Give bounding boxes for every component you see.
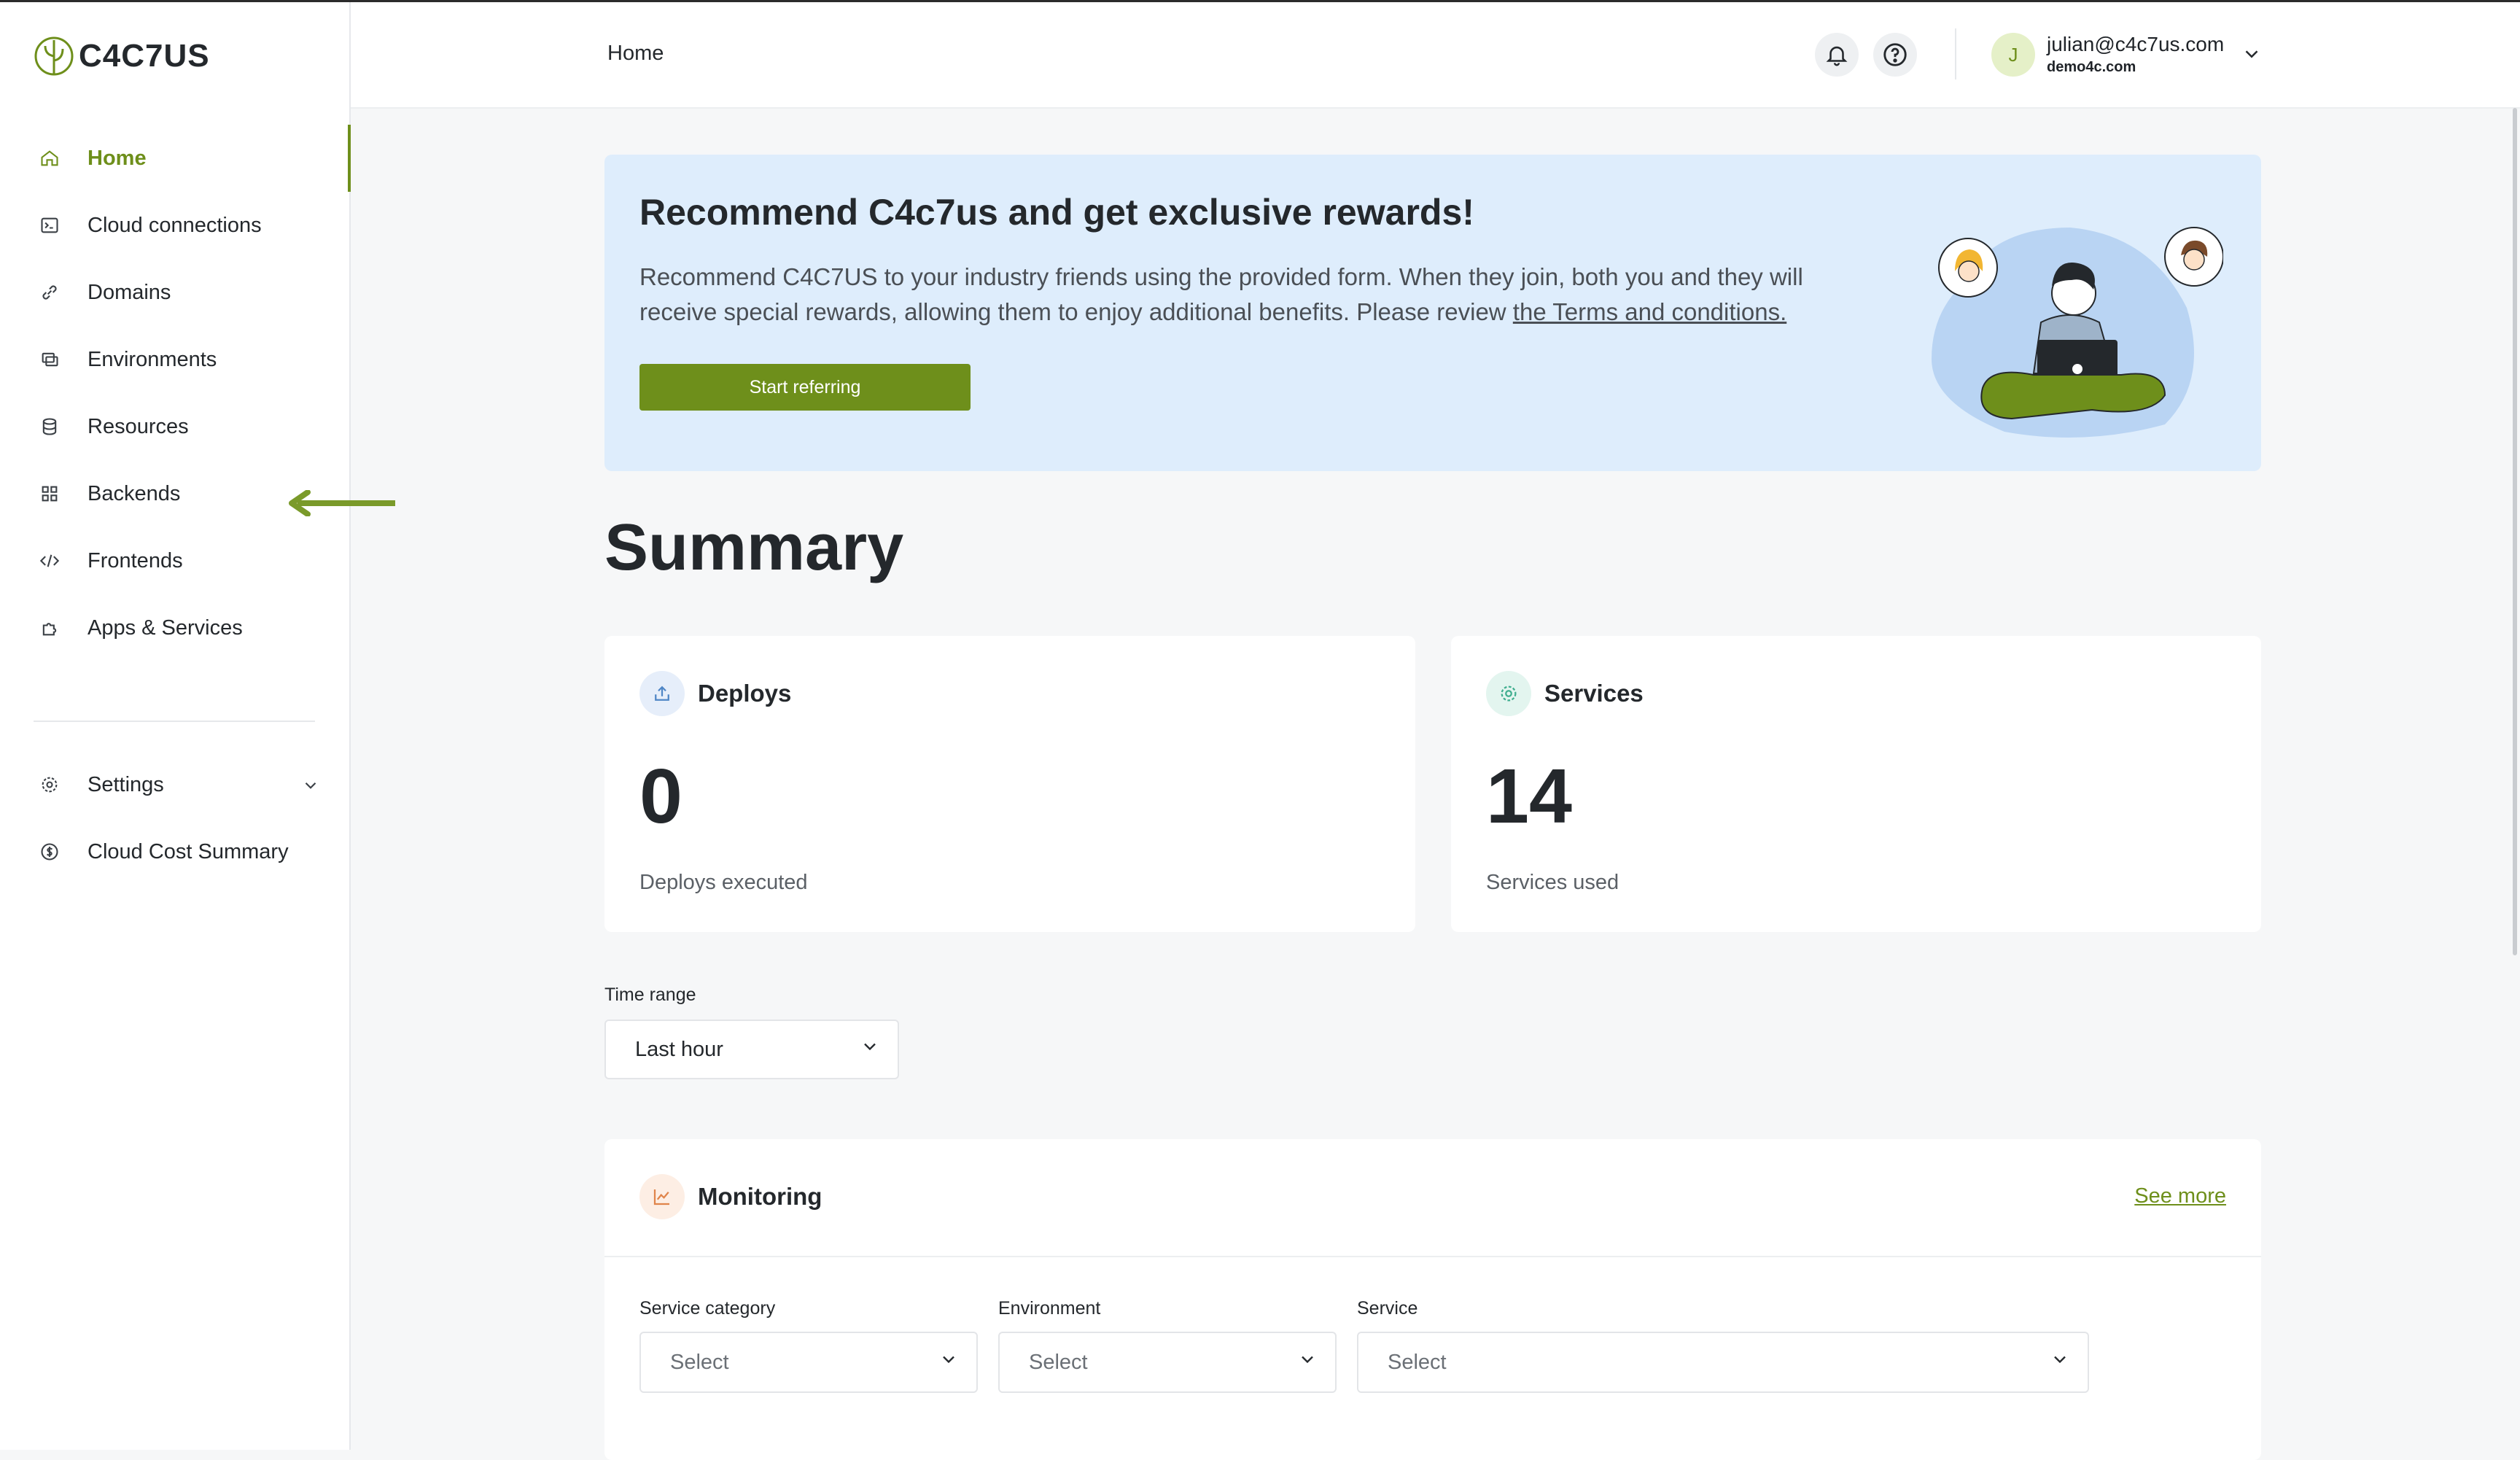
logo-text: C4C7US bbox=[79, 38, 210, 74]
card-title: Deploys bbox=[698, 680, 792, 707]
service-category-label: Service category bbox=[639, 1298, 776, 1319]
monitoring-header: Monitoring See more bbox=[604, 1139, 2261, 1257]
database-icon bbox=[38, 415, 61, 438]
time-range-value: Last hour bbox=[635, 1037, 723, 1061]
page-scrollbar[interactable] bbox=[2513, 108, 2517, 955]
sidebar-item-cloud-connections[interactable]: Cloud connections bbox=[0, 192, 349, 259]
dollar-circle-icon bbox=[38, 840, 61, 863]
banner-title: Recommend C4c7us and get exclusive rewar… bbox=[639, 192, 1474, 233]
service-select[interactable]: Select bbox=[1357, 1332, 2089, 1393]
annotation-arrow-icon bbox=[289, 490, 395, 516]
help-button[interactable] bbox=[1873, 33, 1917, 77]
sidebar-item-frontends[interactable]: Frontends bbox=[0, 527, 349, 594]
chevron-down-icon[interactable] bbox=[301, 776, 320, 799]
code-icon bbox=[38, 549, 61, 572]
chevron-down-icon bbox=[860, 1036, 880, 1063]
sidebar-item-apps-services[interactable]: Apps & Services bbox=[0, 594, 349, 661]
sidebar-divider bbox=[34, 721, 315, 722]
banner-text: Recommend C4C7US to your industry friend… bbox=[639, 260, 1864, 330]
sidebar-item-label: Backends bbox=[88, 481, 181, 505]
terminal-icon bbox=[38, 214, 61, 237]
environments-icon bbox=[38, 348, 61, 371]
select-placeholder: Select bbox=[1029, 1350, 1088, 1374]
monitoring-title: Monitoring bbox=[698, 1183, 822, 1210]
sidebar-item-environments[interactable]: Environments bbox=[0, 326, 349, 393]
deploys-card: Deploys 0 Deploys executed bbox=[604, 636, 1415, 932]
cactus-logo-icon bbox=[34, 36, 74, 76]
sidebar-item-label: Settings bbox=[88, 772, 164, 796]
time-range-select[interactable]: Last hour bbox=[604, 1020, 899, 1079]
referral-banner: Recommend C4c7us and get exclusive rewar… bbox=[604, 155, 2261, 471]
sidebar-item-domains[interactable]: Domains bbox=[0, 259, 349, 326]
sidebar-nav-bottom: Settings Cloud Cost Summary bbox=[0, 751, 349, 885]
chevron-down-icon bbox=[2050, 1349, 2070, 1375]
breadcrumb[interactable]: Home bbox=[607, 42, 664, 66]
gear-icon bbox=[1486, 671, 1531, 716]
puzzle-icon bbox=[38, 616, 61, 640]
sidebar-item-label: Environments bbox=[88, 347, 217, 371]
chevron-down-icon bbox=[938, 1349, 959, 1375]
start-referring-button[interactable]: Start referring bbox=[639, 364, 971, 411]
header-separator bbox=[1955, 28, 1956, 79]
sidebar-item-label: Home bbox=[88, 146, 147, 170]
sidebar-item-label: Cloud Cost Summary bbox=[88, 839, 289, 863]
sidebar-item-label: Apps & Services bbox=[88, 616, 243, 640]
sidebar-item-resources[interactable]: Resources bbox=[0, 393, 349, 460]
see-more-link[interactable]: See more bbox=[2134, 1184, 2226, 1208]
select-placeholder: Select bbox=[1388, 1350, 1447, 1374]
user-org: demo4c.com bbox=[2047, 59, 2136, 75]
sidebar-item-cloud-cost-summary[interactable]: Cloud Cost Summary bbox=[0, 818, 349, 885]
sidebar-item-settings[interactable]: Settings bbox=[0, 751, 349, 818]
sidebar-item-label: Domains bbox=[88, 280, 171, 304]
bell-icon bbox=[1826, 46, 1848, 66]
user-email[interactable]: julian@c4c7us.com bbox=[2047, 33, 2224, 56]
avatar[interactable]: J bbox=[1991, 33, 2035, 77]
service-label: Service bbox=[1357, 1298, 1418, 1319]
services-card: Services 14 Services used bbox=[1451, 636, 2261, 932]
terms-link[interactable]: the Terms and conditions. bbox=[1513, 298, 1786, 325]
environment-select[interactable]: Select bbox=[998, 1332, 1337, 1393]
card-subtitle: Deploys executed bbox=[639, 871, 808, 894]
monitoring-panel: Monitoring See more Service category Sel… bbox=[604, 1139, 2261, 1460]
sidebar-item-label: Resources bbox=[88, 414, 189, 438]
chevron-down-icon bbox=[1297, 1349, 1318, 1375]
grid-icon bbox=[38, 482, 61, 505]
sidebar-item-home[interactable]: Home bbox=[0, 125, 351, 192]
logo[interactable]: C4C7US bbox=[34, 34, 210, 78]
time-range-label: Time range bbox=[604, 985, 696, 1005]
environment-label: Environment bbox=[998, 1298, 1101, 1319]
select-placeholder: Select bbox=[670, 1350, 729, 1374]
sidebar: C4C7US Home Cloud connections Domains En… bbox=[0, 2, 351, 1450]
card-title: Services bbox=[1544, 680, 1644, 707]
sidebar-item-label: Frontends bbox=[88, 548, 183, 572]
link-icon bbox=[38, 281, 61, 304]
gear-icon bbox=[38, 773, 61, 796]
services-count: 14 bbox=[1486, 753, 1572, 839]
chevron-down-icon[interactable] bbox=[2241, 43, 2263, 69]
service-category-select[interactable]: Select bbox=[639, 1332, 978, 1393]
sidebar-nav: Home Cloud connections Domains Environme… bbox=[0, 125, 351, 661]
upload-icon bbox=[639, 671, 685, 716]
home-icon bbox=[38, 147, 61, 170]
deploys-count: 0 bbox=[639, 753, 682, 839]
referral-illustration-icon bbox=[1932, 227, 2223, 438]
line-chart-icon bbox=[639, 1174, 685, 1219]
top-header: Home J julian@c4c7us.com demo4c.com bbox=[351, 2, 2520, 109]
help-icon bbox=[1883, 43, 1907, 66]
notifications-button[interactable] bbox=[1815, 33, 1859, 77]
sidebar-item-label: Cloud connections bbox=[88, 213, 262, 237]
card-subtitle: Services used bbox=[1486, 871, 1619, 894]
summary-title: Summary bbox=[604, 511, 904, 584]
